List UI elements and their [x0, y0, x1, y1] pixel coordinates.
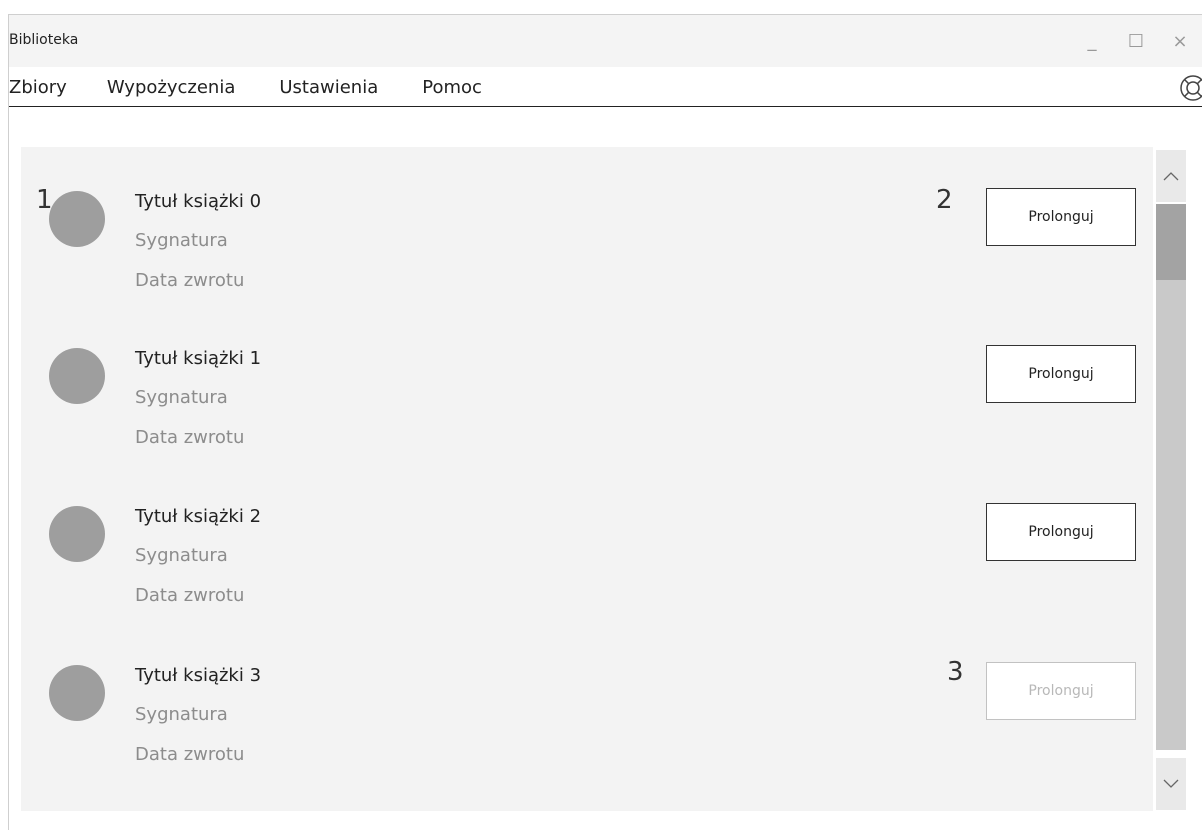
return-date: Data zwrotu: [135, 585, 245, 606]
return-date: Data zwrotu: [135, 270, 245, 291]
minimize-button[interactable]: _: [1070, 25, 1114, 57]
prolong-button[interactable]: Prolonguj: [986, 188, 1136, 246]
book-cover-placeholder: [49, 348, 105, 404]
book-signature: Sygnatura: [135, 545, 228, 566]
chevron-up-icon[interactable]: [1156, 150, 1186, 202]
book-title: Tytuł książki 2: [135, 506, 262, 527]
return-date: Data zwrotu: [135, 427, 245, 448]
prolong-button[interactable]: Prolonguj: [986, 345, 1136, 403]
prolong-button[interactable]: Prolonguj: [986, 503, 1136, 561]
menu-item-pomoc[interactable]: Pomoc: [422, 77, 482, 98]
loan-item: Tytuł książki 3 Sygnatura Data zwrotu Pr…: [21, 621, 1153, 771]
book-signature: Sygnatura: [135, 387, 228, 408]
book-title: Tytuł książki 3: [135, 665, 262, 686]
menu-item-zbiory[interactable]: Zbiory: [9, 77, 67, 98]
return-date: Data zwrotu: [135, 744, 245, 765]
scrollbar-track[interactable]: [1156, 204, 1186, 750]
book-title: Tytuł książki 1: [135, 348, 262, 369]
window-controls: _ ☐ ×: [1070, 25, 1202, 57]
close-button[interactable]: ×: [1158, 25, 1202, 57]
loan-item: Tytuł książki 1 Sygnatura Data zwrotu Pr…: [21, 304, 1153, 454]
book-cover-placeholder: [49, 665, 105, 721]
loan-item: Tytuł książki 2 Sygnatura Data zwrotu Pr…: [21, 462, 1153, 612]
chevron-down-icon[interactable]: [1156, 758, 1186, 810]
lifebuoy-icon[interactable]: [1178, 73, 1202, 103]
window-title: Biblioteka: [9, 32, 79, 48]
app-window: Biblioteka _ ☐ × Zbiory Wypożyczenia Ust…: [8, 14, 1202, 830]
prolong-button-disabled: Prolonguj: [986, 662, 1136, 720]
menu-item-wypozyczenia[interactable]: Wypożyczenia: [107, 77, 236, 98]
title-bar: Biblioteka _ ☐ ×: [9, 15, 1202, 68]
vertical-scrollbar[interactable]: [1156, 150, 1186, 810]
book-cover-placeholder: [49, 506, 105, 562]
scrollbar-thumb[interactable]: [1156, 204, 1186, 280]
book-signature: Sygnatura: [135, 704, 228, 725]
book-cover-placeholder: [49, 191, 105, 247]
maximize-button[interactable]: ☐: [1114, 25, 1158, 57]
annotation-2: 2: [936, 185, 953, 215]
book-title: Tytuł książki 0: [135, 191, 262, 212]
menu-bar: Zbiory Wypożyczenia Ustawienia Pomoc: [9, 67, 1202, 107]
annotation-3: 3: [947, 657, 964, 687]
annotation-1: 1: [36, 185, 53, 215]
menu-item-ustawienia[interactable]: Ustawienia: [279, 77, 378, 98]
loan-item: Tytuł książki 0 Sygnatura Data zwrotu Pr…: [21, 147, 1153, 297]
book-signature: Sygnatura: [135, 230, 228, 251]
loans-list: Tytuł książki 0 Sygnatura Data zwrotu Pr…: [21, 147, 1153, 811]
